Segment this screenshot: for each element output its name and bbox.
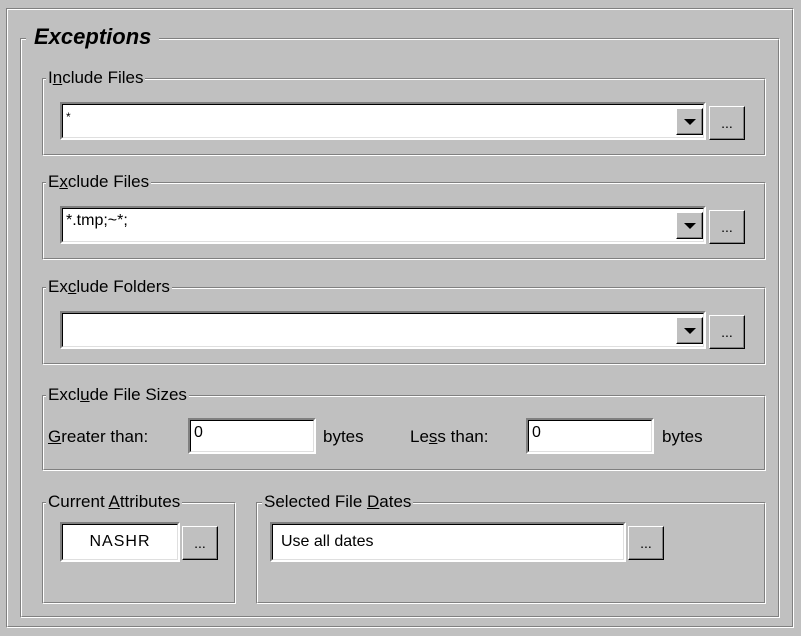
include-files-value[interactable]: * — [62, 104, 704, 138]
less-than-value[interactable]: 0 — [528, 420, 652, 452]
greater-than-label: Greater than: — [48, 427, 149, 446]
less-than-label: Less than: — [410, 427, 489, 446]
less-than-unit: bytes — [662, 427, 703, 446]
chevron-down-icon — [683, 118, 696, 125]
chevron-down-icon — [683, 327, 696, 334]
exclude-folders-combobox[interactable] — [60, 311, 706, 349]
dates-browse-button[interactable]: ... — [628, 526, 664, 560]
attributes-label: Current Attributes — [46, 492, 183, 512]
exclude-folders-dropdown-button[interactable] — [676, 317, 703, 344]
exclude-folders-value[interactable] — [62, 313, 704, 347]
exclude-sizes-group — [42, 395, 766, 471]
exclude-files-value[interactable]: *.tmp;~*; — [62, 208, 704, 242]
exceptions-page: Exceptions Include Files * ... Exclude F… — [0, 0, 801, 636]
attributes-browse-button[interactable]: ... — [182, 526, 218, 560]
dates-value: Use all dates — [272, 524, 624, 560]
attributes-value: NASHR — [62, 524, 178, 560]
exclude-files-combobox[interactable]: *.tmp;~*; — [60, 206, 706, 244]
exclude-files-label: Exclude Files — [46, 172, 152, 192]
exceptions-title: Exceptions — [26, 24, 160, 50]
greater-than-input[interactable]: 0 — [188, 418, 316, 454]
exclude-files-browse-button[interactable]: ... — [709, 210, 745, 244]
exclude-folders-label: Exclude Folders — [46, 277, 172, 297]
include-files-label: Include Files — [46, 68, 146, 88]
include-files-combobox[interactable]: * — [60, 102, 706, 140]
attributes-display: NASHR — [60, 522, 180, 562]
greater-than-value[interactable]: 0 — [190, 420, 314, 452]
include-files-browse-button[interactable]: ... — [709, 106, 745, 140]
exclude-files-dropdown-button[interactable] — [676, 212, 703, 239]
chevron-down-icon — [683, 222, 696, 229]
exclude-sizes-label: Exclude File Sizes — [46, 385, 189, 405]
exclude-folders-browse-button[interactable]: ... — [709, 315, 745, 349]
greater-than-unit: bytes — [323, 427, 364, 446]
dates-display: Use all dates — [270, 522, 626, 562]
include-files-dropdown-button[interactable] — [676, 108, 703, 135]
less-than-input[interactable]: 0 — [526, 418, 654, 454]
dates-label: Selected File Dates — [262, 492, 414, 512]
